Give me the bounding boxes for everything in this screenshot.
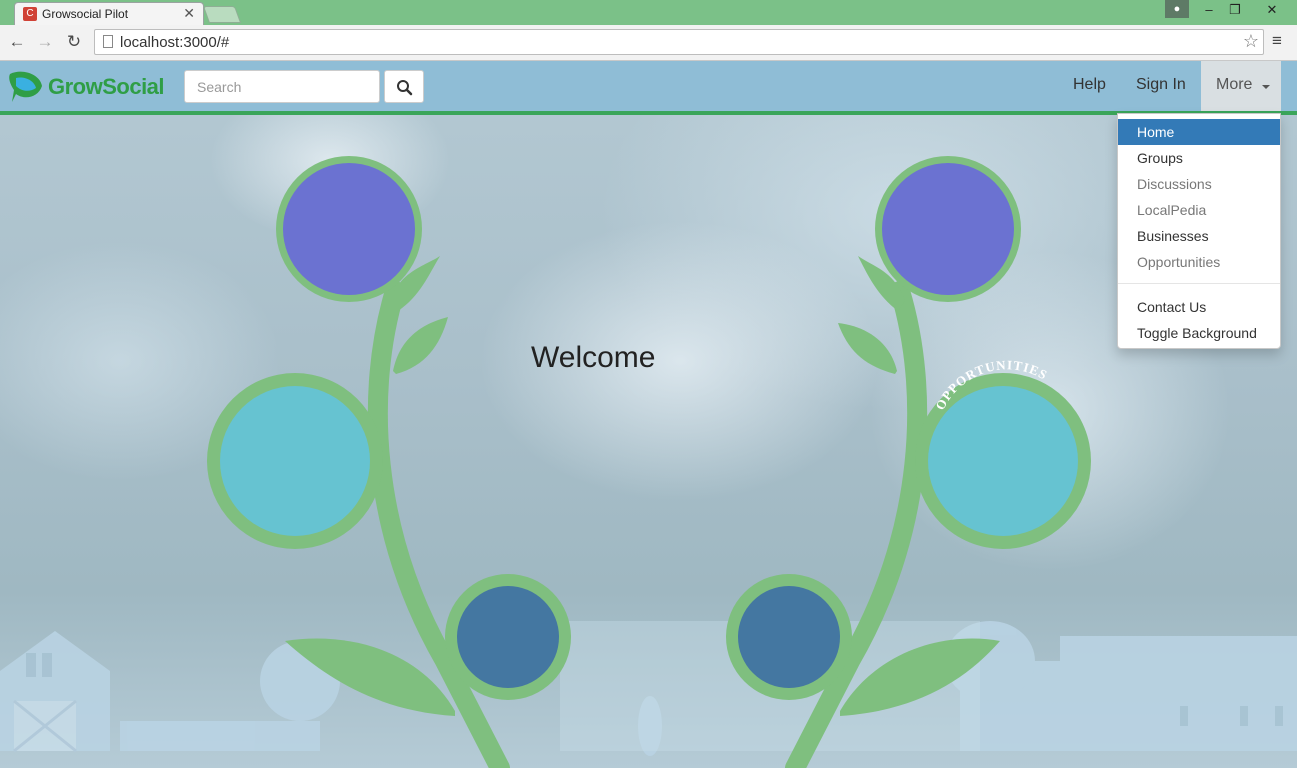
tab-close-icon[interactable]: ✕ <box>183 6 195 20</box>
forward-icon[interactable]: → <box>34 31 56 53</box>
reload-icon[interactable]: ↻ <box>63 31 85 53</box>
bookmark-star-icon[interactable]: ☆ <box>1243 31 1259 52</box>
close-window-button[interactable]: ✕ <box>1259 0 1285 20</box>
favicon-icon: C <box>23 7 37 21</box>
menu-item-localpedia[interactable]: LocalPedia <box>1118 197 1280 223</box>
more-dropdown-menu: Home Groups Discussions LocalPedia Busin… <box>1117 113 1281 349</box>
more-label: More <box>1216 76 1253 93</box>
leaf-logo-icon <box>9 71 43 102</box>
user-profile-icon[interactable]: ● <box>1165 0 1189 18</box>
tab-title: Growsocial Pilot <box>42 7 129 21</box>
minimize-button[interactable]: – <box>1196 0 1222 20</box>
page-icon <box>103 35 113 48</box>
search-button[interactable] <box>384 70 424 103</box>
browser-toolbar: ← → ↻ localhost:3000/# ☆ ≡ <box>0 25 1297 61</box>
nav-sign-in-link[interactable]: Sign In <box>1136 76 1186 94</box>
new-tab-button[interactable] <box>202 6 242 23</box>
menu-divider <box>1118 283 1280 284</box>
browser-tab[interactable]: C Growsocial Pilot ✕ <box>14 2 204 25</box>
browser-tab-strip: C Growsocial Pilot ✕ ● – ❐ ✕ <box>0 0 1297 25</box>
brand-name: GrowSocial <box>48 74 165 99</box>
nav-help-link[interactable]: Help <box>1073 76 1106 94</box>
browser-menu-icon[interactable]: ≡ <box>1272 31 1282 51</box>
search-icon <box>397 80 413 96</box>
back-icon[interactable]: ← <box>6 31 28 53</box>
url-text[interactable]: localhost:3000/# <box>120 34 229 51</box>
menu-item-toggle-background[interactable]: Toggle Background <box>1118 320 1280 346</box>
page-content: OPPORTUNITIES Welcome GrowSocial Help Si… <box>0 61 1297 768</box>
menu-item-home[interactable]: Home <box>1118 119 1280 145</box>
address-bar[interactable]: localhost:3000/# ☆ <box>94 29 1264 55</box>
background-art: OPPORTUNITIES <box>0 156 1297 768</box>
search-input[interactable] <box>184 70 380 103</box>
brand-logo[interactable]: GrowSocial <box>8 70 165 104</box>
menu-item-discussions[interactable]: Discussions <box>1118 171 1280 197</box>
menu-item-contact-us[interactable]: Contact Us <box>1118 294 1280 320</box>
restore-button[interactable]: ❐ <box>1222 0 1248 20</box>
menu-item-businesses[interactable]: Businesses <box>1118 223 1280 249</box>
menu-item-opportunities[interactable]: Opportunities <box>1118 249 1280 275</box>
site-navbar: GrowSocial Help Sign In More <box>0 61 1297 115</box>
caret-down-icon <box>1262 85 1270 89</box>
welcome-heading: Welcome <box>531 341 656 374</box>
menu-item-groups[interactable]: Groups <box>1118 145 1280 171</box>
more-dropdown-toggle[interactable]: More <box>1201 61 1281 111</box>
